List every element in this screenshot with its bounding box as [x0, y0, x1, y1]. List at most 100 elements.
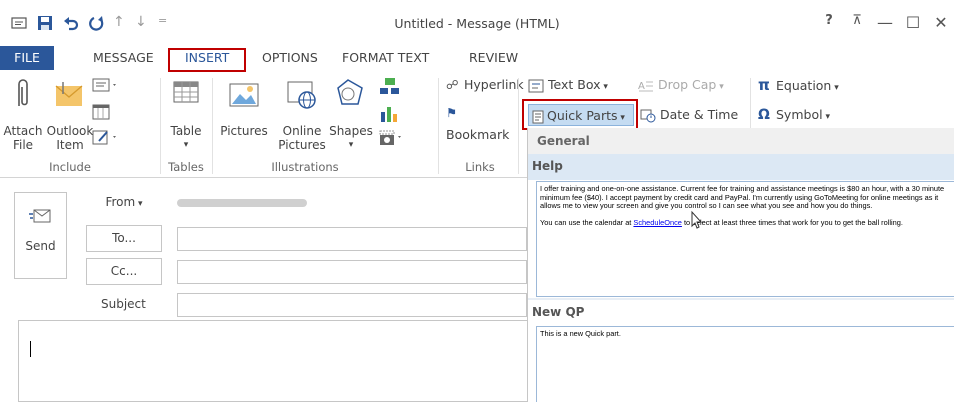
- outlook-message-window: ↑ ↓ = Untitled - Message (HTML) ? ⊼ — ☐ …: [0, 0, 954, 402]
- tab-format-text[interactable]: FORMAT TEXT: [342, 46, 429, 70]
- equation-button[interactable]: π Equation ▾: [758, 74, 858, 96]
- to-field[interactable]: [177, 227, 527, 251]
- shapes-button[interactable]: Shapes ▾: [326, 76, 376, 152]
- group-separator: [160, 78, 161, 174]
- help-button[interactable]: ?: [818, 13, 840, 28]
- online-picture-icon: [285, 76, 319, 110]
- send-button[interactable]: Send: [14, 192, 67, 279]
- symbol-label: Symbol: [776, 107, 823, 122]
- group-separator: [212, 78, 213, 174]
- quick-part-title-help[interactable]: Help: [528, 154, 954, 180]
- blurred-address: [177, 199, 307, 207]
- envelope-icon: [52, 76, 88, 110]
- online-pictures-button[interactable]: Online Pictures: [274, 76, 330, 152]
- from-dropdown-icon: ▾: [135, 199, 143, 209]
- symbol-button[interactable]: Ω Symbol ▾: [758, 104, 858, 126]
- attach-file-button[interactable]: Attach File: [2, 76, 44, 152]
- picture-icon: [227, 76, 261, 110]
- shapes-label: Shapes: [329, 124, 373, 138]
- illustrations-group-label: Illustrations: [271, 160, 339, 174]
- screenshot-button[interactable]: [376, 127, 406, 149]
- drop-cap-label: Drop Cap: [658, 77, 717, 92]
- cc-field[interactable]: [177, 260, 527, 284]
- calendar-icon: [92, 104, 110, 120]
- shapes-dropdown-icon: ▾: [348, 140, 354, 150]
- chart-icon: [381, 107, 397, 122]
- pictures-button[interactable]: Pictures: [218, 76, 270, 138]
- quick-part-preview-new-qp[interactable]: This is a new Quick part.: [536, 326, 954, 402]
- symbol-dropdown-icon: ▾: [822, 112, 830, 122]
- attach-file-label-1: Attach: [3, 124, 43, 138]
- table-dropdown-icon: ▾: [183, 140, 189, 150]
- tab-file[interactable]: FILE: [0, 46, 54, 70]
- online-pictures-label-1: Online: [282, 124, 322, 138]
- group-separator: [438, 78, 439, 174]
- quick-part-title-new-qp[interactable]: New QP: [528, 300, 954, 326]
- tab-options[interactable]: OPTIONS: [262, 46, 318, 70]
- send-label: Send: [25, 239, 56, 253]
- from-address-value: [177, 197, 317, 209]
- outlook-item-label-1: Outlook: [46, 124, 94, 138]
- help-paragraph-2-start: You can use the calendar at: [540, 217, 634, 227]
- message-body[interactable]: [18, 320, 527, 402]
- window-title: Untitled - Message (HTML): [394, 16, 560, 31]
- pi-icon: π: [758, 76, 770, 94]
- maximize-button[interactable]: ☐: [902, 13, 924, 32]
- smartart-button[interactable]: [376, 76, 402, 98]
- date-time-icon: [640, 104, 660, 126]
- signature-icon: [92, 130, 116, 145]
- online-pictures-label-2: Pictures: [278, 138, 326, 152]
- text-box-button[interactable]: Text Box ▾: [528, 74, 628, 96]
- business-card-button[interactable]: [90, 76, 120, 98]
- text-box-label: Text Box: [548, 77, 601, 92]
- quick-parts-gallery: General Help I offer training and one-on…: [527, 128, 954, 402]
- minimize-button[interactable]: —: [874, 13, 896, 32]
- tables-group-label: Tables: [168, 160, 204, 174]
- tab-message[interactable]: MESSAGE: [93, 46, 154, 70]
- date-time-label: Date & Time: [660, 107, 739, 122]
- from-label: From: [105, 195, 136, 209]
- ribbon-display-options-button[interactable]: ⊼: [846, 13, 868, 28]
- insert-tab-highlight: [168, 48, 246, 72]
- text-box-dropdown-icon: ▾: [600, 82, 608, 92]
- to-button[interactable]: To...: [86, 225, 162, 252]
- table-label: Table: [170, 124, 202, 138]
- shapes-icon: [334, 76, 368, 110]
- equation-label: Equation: [776, 78, 832, 93]
- text-cursor: [30, 341, 31, 357]
- outlook-item-label-2: Item: [56, 138, 84, 152]
- omega-icon: Ω: [758, 107, 770, 123]
- scheduleonce-link[interactable]: ScheduleOnce: [633, 218, 681, 227]
- hyperlink-button[interactable]: ☍ Hyperlink: [446, 74, 526, 96]
- quick-parts-highlight: [522, 99, 638, 130]
- outlook-item-button[interactable]: Outlook Item: [44, 76, 96, 152]
- paperclip-icon: [12, 76, 34, 110]
- cc-button[interactable]: Cc...: [86, 258, 162, 285]
- new-qp-paragraph: This is a new Quick part.: [540, 329, 621, 338]
- group-separator: [518, 78, 519, 174]
- close-button[interactable]: ✕: [930, 13, 952, 32]
- calendar-button[interactable]: [90, 102, 120, 124]
- links-group-label: Links: [465, 160, 495, 174]
- date-time-button[interactable]: Date & Time: [640, 104, 740, 126]
- subject-field[interactable]: [177, 293, 527, 317]
- bookmark-flag-icon: ⚑: [446, 105, 458, 120]
- bookmark-button[interactable]: ⚑ Bookmark: [446, 102, 526, 142]
- bookmark-label: Bookmark: [446, 127, 510, 142]
- hyperlink-label: Hyperlink: [464, 77, 524, 92]
- screenshot-icon: [379, 130, 401, 145]
- chart-button[interactable]: [376, 102, 402, 124]
- signature-button[interactable]: [90, 127, 120, 149]
- drop-cap-icon: A: [638, 74, 658, 96]
- tab-review[interactable]: REVIEW: [469, 46, 518, 70]
- table-button[interactable]: Table ▾: [165, 76, 207, 152]
- drop-cap-button[interactable]: A Drop Cap ▾: [638, 74, 738, 96]
- quick-part-preview-help[interactable]: I offer training and one-on-one assistan…: [536, 181, 954, 297]
- from-button[interactable]: From ▾: [86, 190, 162, 217]
- help-paragraph-2-end: to select at least three times that work…: [681, 217, 903, 227]
- help-paragraph-1: I offer training and one-on-one assistan…: [540, 184, 945, 210]
- ribbon-tabs: FILE MESSAGE INSERT OPTIONS FORMAT TEXT …: [0, 46, 954, 72]
- svg-text:A: A: [638, 81, 645, 92]
- pictures-label: Pictures: [220, 124, 268, 138]
- globe-link-icon: ☍: [446, 77, 459, 92]
